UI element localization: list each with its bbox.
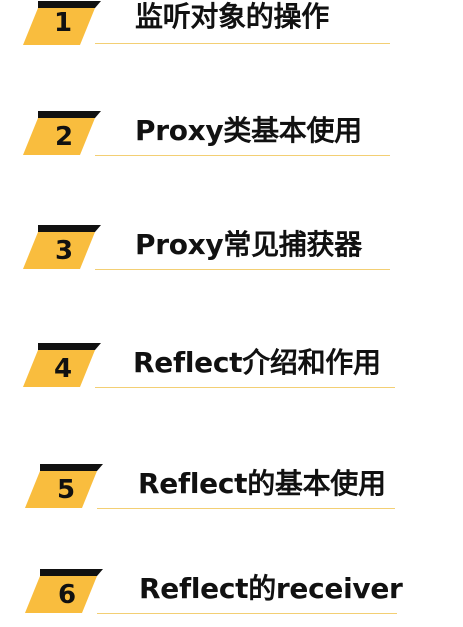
item-number: 3 — [54, 236, 74, 266]
item-title: Reflect介绍和作用 — [133, 346, 381, 379]
item-underline — [97, 508, 395, 509]
item-underline — [95, 269, 390, 270]
toc-item-3: 3 Proxy常见捕获器 — [0, 222, 463, 282]
item-number: 6 — [57, 580, 77, 610]
item-underline — [97, 613, 397, 614]
item-title: Reflect的基本使用 — [138, 467, 386, 500]
toc-item-1: 1 监听对象的操作 — [0, 0, 463, 60]
toc-item-6: 6 Reflect的receiver — [0, 566, 463, 626]
item-title: 监听对象的操作 — [135, 0, 329, 33]
item-number: 5 — [56, 475, 76, 505]
item-underline — [95, 155, 390, 156]
item-title: Proxy常见捕获器 — [135, 228, 362, 261]
item-underline — [95, 387, 395, 388]
item-underline — [95, 43, 390, 44]
item-title: Reflect的receiver — [139, 572, 403, 605]
item-number: 1 — [53, 8, 73, 38]
toc-item-5: 5 Reflect的基本使用 — [0, 461, 463, 521]
toc-item-4: 4 Reflect介绍和作用 — [0, 340, 463, 400]
item-title: Proxy类基本使用 — [135, 114, 362, 147]
item-number: 4 — [53, 354, 73, 384]
toc-item-2: 2 Proxy类基本使用 — [0, 108, 463, 168]
item-number: 2 — [54, 122, 74, 152]
